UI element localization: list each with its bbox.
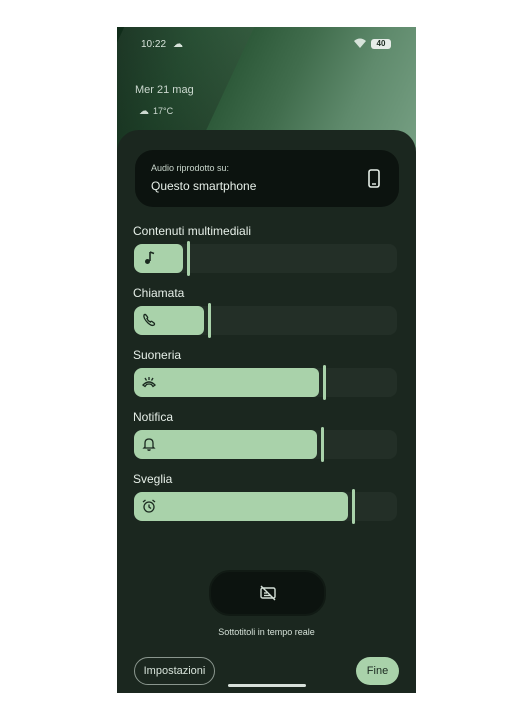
call-volume-slider[interactable]	[134, 303, 397, 338]
alarm-volume-thumb[interactable]	[352, 489, 355, 524]
output-device: Questo smartphone	[151, 179, 257, 193]
phone-call-icon	[143, 313, 156, 327]
live-caption-button[interactable]	[209, 570, 326, 616]
media-volume-label: Contenuti multimediali	[133, 224, 252, 238]
phone-screen: 10:22 ☁ 40 Mer 21 mag ☁ 17°C Audio riprod…	[117, 27, 416, 693]
call-volume-label: Chiamata	[133, 286, 185, 300]
media-volume-thumb[interactable]	[187, 241, 190, 276]
home-indicator[interactable]	[228, 684, 306, 687]
battery-indicator: 40	[371, 39, 391, 49]
notification-volume-slider[interactable]	[134, 427, 397, 462]
notification-volume-fill	[134, 430, 317, 459]
ringer-volume-thumb[interactable]	[323, 365, 326, 400]
lockscreen-weather: ☁ 17°C	[139, 106, 173, 117]
cloud-icon: ☁	[139, 106, 149, 117]
wifi-icon	[353, 37, 367, 52]
smartphone-icon	[368, 169, 380, 188]
music-note-icon	[145, 251, 155, 264]
ringer-volume-slider[interactable]	[134, 365, 397, 400]
notification-volume-thumb[interactable]	[321, 427, 324, 462]
ringer-icon	[142, 377, 156, 388]
status-bar: 10:22 ☁ 40	[117, 27, 416, 61]
ringer-volume-fill	[134, 368, 319, 397]
done-button[interactable]: Fine	[356, 657, 399, 685]
volume-panel: Audio riprodotto su: Questo smartphone C…	[117, 130, 416, 693]
captions-off-icon	[260, 585, 276, 601]
cloud-icon: ☁	[173, 39, 183, 50]
audio-output-card[interactable]: Audio riprodotto su: Questo smartphone	[135, 150, 399, 207]
status-time: 10:22	[141, 39, 167, 50]
alarm-volume-slider[interactable]	[134, 489, 397, 524]
alarm-volume-label: Sveglia	[133, 472, 173, 486]
alarm-clock-icon	[142, 499, 156, 513]
settings-button[interactable]: Impostazioni	[134, 657, 215, 685]
output-label: Audio riprodotto su:	[151, 163, 230, 173]
lockscreen-date: Mer 21 mag	[135, 84, 194, 96]
bell-icon	[142, 438, 156, 451]
media-volume-slider[interactable]	[134, 241, 397, 276]
alarm-volume-fill	[134, 492, 348, 521]
temperature: 17°C	[153, 106, 174, 116]
live-caption-label: Sottotitoli in tempo reale	[218, 627, 315, 637]
notification-volume-label: Notifica	[133, 410, 174, 424]
ringer-volume-label: Suoneria	[133, 348, 182, 362]
call-volume-thumb[interactable]	[208, 303, 211, 338]
